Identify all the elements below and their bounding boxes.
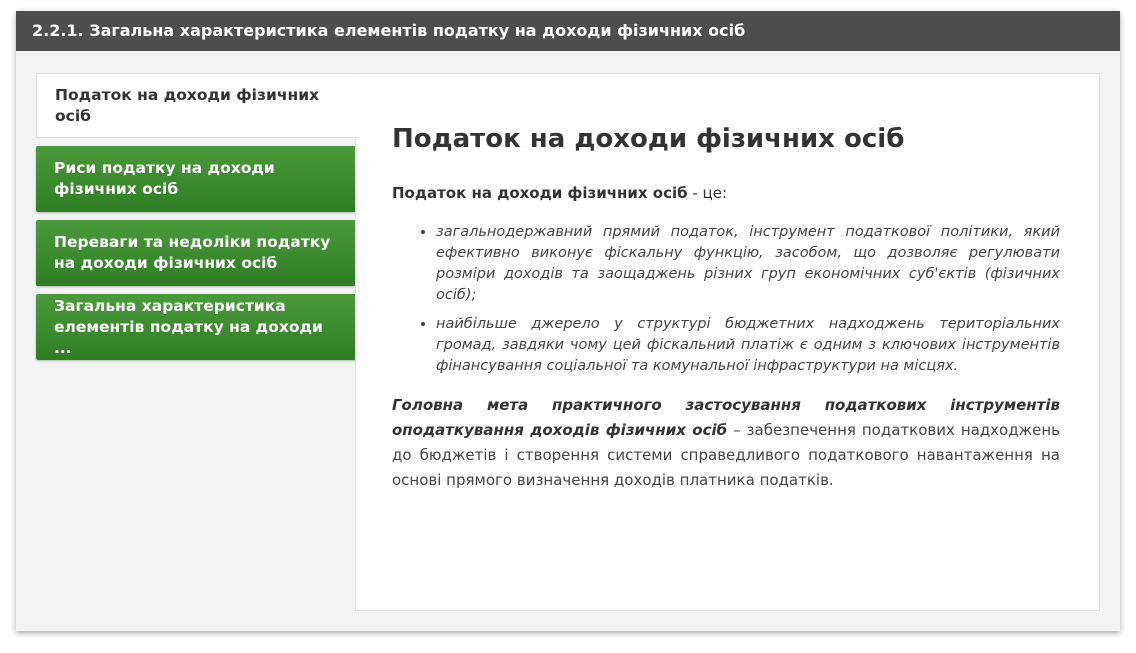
definition-list: загальнодержавний прямий податок, інстру… (392, 222, 1060, 377)
tab-list: Податок на доходи фізичних осіб Риси под… (36, 73, 360, 368)
tab-label: Загальна характеристика елементів податк… (54, 296, 323, 357)
tab-label: Риси податку на доходи фізичних осіб (54, 159, 275, 198)
intro-paragraph: Податок на доходи фізичних осіб - це: (392, 182, 1060, 204)
tab-label: Переваги та недоліки податку на доходи ф… (54, 233, 331, 272)
tab-pros-cons[interactable]: Переваги та недоліки податку на доходи ф… (36, 220, 356, 286)
module-title: 2.2.1. Загальна характеристика елементів… (16, 11, 1120, 51)
tab-features[interactable]: Риси податку на доходи фізичних осіб (36, 146, 356, 212)
content-heading: Податок на доходи фізичних осіб (392, 124, 905, 154)
tab-pdfo[interactable]: Податок на доходи фізичних осіб (36, 73, 360, 138)
tab-label: Податок на доходи фізичних осіб (55, 85, 320, 125)
list-item: загальнодержавний прямий податок, інстру… (436, 222, 1060, 306)
intro-term: Податок на доходи фізичних осіб (392, 184, 688, 202)
goal-paragraph: Головна мета практичного застосування по… (392, 393, 1060, 493)
tab-general-characteristics[interactable]: Загальна характеристика елементів податк… (36, 294, 356, 360)
intro-rest: - це: (687, 184, 728, 202)
list-item: найбільше джерело у структурі бюджетних … (436, 314, 1060, 377)
content-panel: Податок на доходи фізичних осіб Податок … (355, 73, 1100, 611)
module-window: 2.2.1. Загальна характеристика елементів… (16, 11, 1120, 631)
